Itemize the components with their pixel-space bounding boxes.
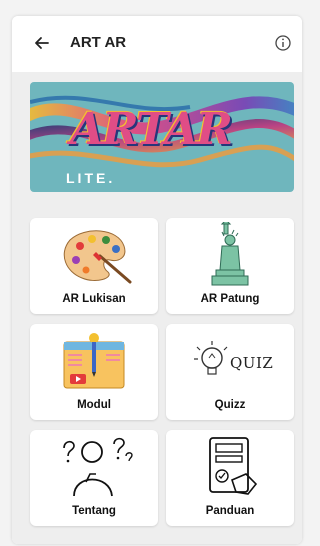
menu-card-label: AR Lukisan	[62, 293, 126, 305]
guide-document-icon	[209, 437, 258, 495]
statue-of-liberty-icon	[211, 222, 249, 286]
menu-card-tentang[interactable]: Tentang	[30, 430, 158, 526]
palette-icon	[63, 230, 132, 284]
quiz-icon-text: QUIZ	[230, 354, 274, 372]
app-screen: ART AR ARTAR LITE. AR Lukisan AR Patung …	[12, 16, 302, 544]
module-book-icon	[63, 333, 125, 389]
banner: ARTAR LITE.	[30, 82, 294, 192]
menu-card-label: Tentang	[72, 505, 116, 517]
banner-tagline: LITE.	[66, 170, 116, 186]
info-icon[interactable]	[274, 34, 292, 52]
menu-card-quizz[interactable]: QUIZ Quizz	[166, 324, 294, 420]
menu-card-label: Modul	[77, 399, 111, 411]
app-bar: ART AR	[12, 16, 302, 72]
banner-logo: ARTAR	[70, 104, 233, 155]
menu-card-modul[interactable]: Modul	[30, 324, 158, 420]
menu-card-label: AR Patung	[200, 293, 260, 305]
menu-card-ar-lukisan[interactable]: AR Lukisan	[30, 218, 158, 314]
menu-card-ar-patung[interactable]: AR Patung	[166, 218, 294, 314]
menu-card-panduan[interactable]: Panduan	[166, 430, 294, 526]
main-content: ARTAR LITE. AR Lukisan AR Patung Modul Q…	[12, 72, 302, 544]
arrow-back-icon[interactable]	[32, 33, 52, 53]
page-title: ART AR	[70, 34, 127, 51]
menu-card-label: Quizz	[214, 399, 246, 411]
menu-card-label: Panduan	[205, 505, 255, 517]
thinking-person-icon	[63, 437, 133, 497]
